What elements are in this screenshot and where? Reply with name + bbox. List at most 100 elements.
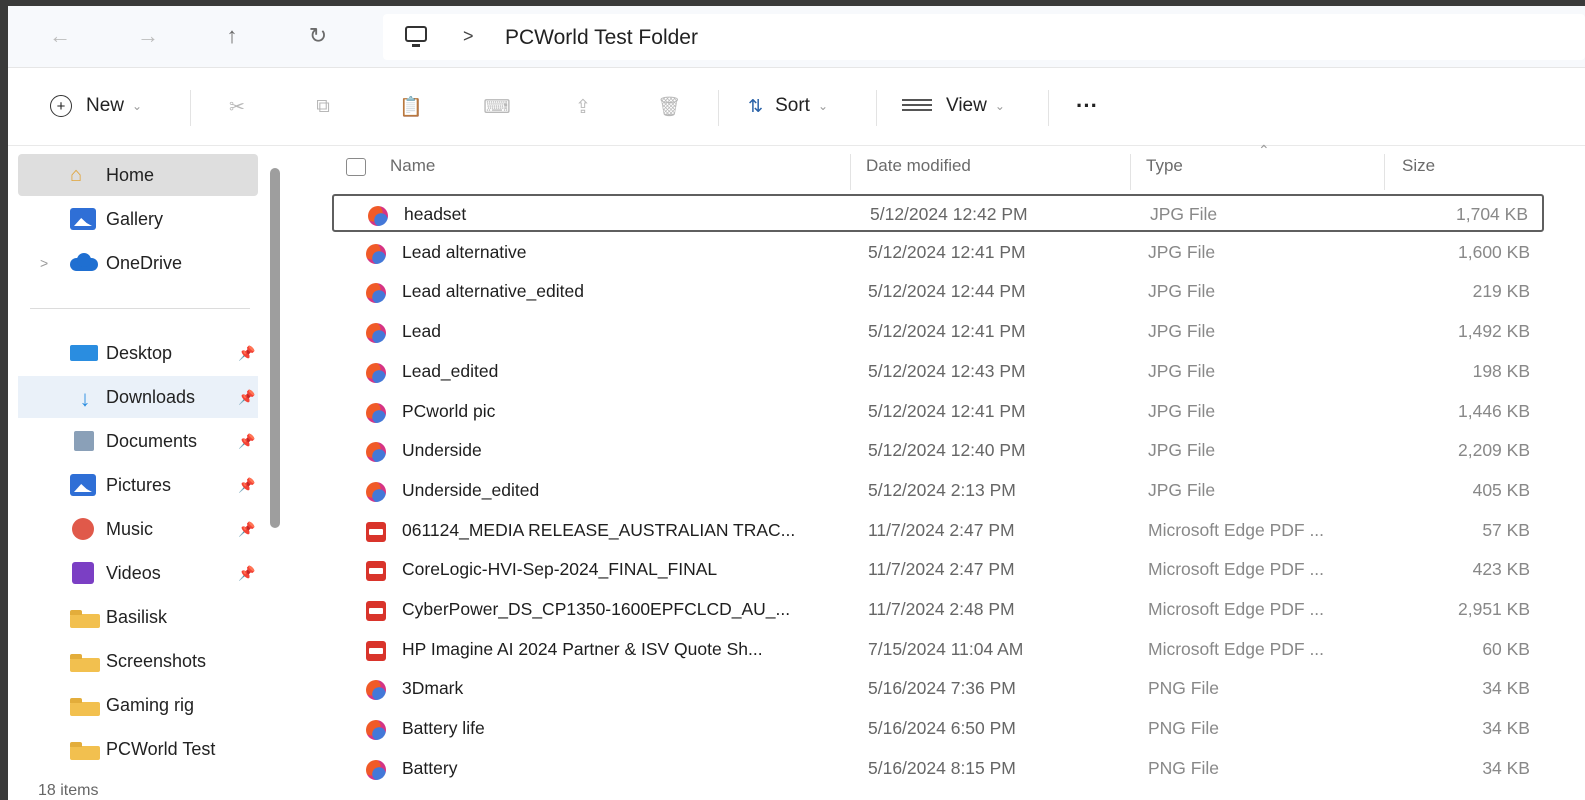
file-row[interactable]: CyberPower_DS_CP1350-1600EPFCLCD_AU_... 1… — [332, 591, 1544, 629]
download-icon: ↓ — [79, 386, 91, 411]
file-row[interactable]: HP Imagine AI 2024 Partner & ISV Quote S… — [332, 631, 1544, 669]
file-row[interactable]: Lead alternative 5/12/2024 12:41 PM JPG Fi… — [332, 234, 1544, 272]
file-type: JPG File — [1148, 321, 1216, 342]
file-name: CoreLogic-HVI-Sep-2024_FINAL_FINAL — [402, 559, 718, 580]
sidebar-item-documents[interactable]: Documents 📌 — [18, 420, 258, 462]
file-row[interactable]: PCworld pic 5/12/2024 12:41 PM JPG File 1,4… — [332, 393, 1544, 431]
file-row[interactable]: Lead alternative_edited 5/12/2024 12:44 P… — [332, 273, 1544, 311]
file-row[interactable]: Underside_edited 5/12/2024 2:13 PM JPG Fil… — [332, 472, 1544, 510]
folder-icon — [70, 654, 100, 672]
sidebar-scrollbar[interactable] — [270, 168, 280, 528]
sidebar-item-videos[interactable]: Videos 📌 — [18, 552, 258, 594]
sidebar-item-pcworld-test[interactable]: PCWorld Test — [18, 728, 258, 770]
breadcrumb-current-folder[interactable]: PCWorld Test Folder — [505, 26, 698, 50]
copy-icon[interactable]: ⧉ — [310, 94, 336, 120]
folder-icon — [70, 698, 100, 716]
column-divider[interactable] — [850, 154, 851, 190]
file-type: JPG File — [1150, 204, 1218, 224]
pin-icon[interactable]: 📌 — [238, 433, 255, 450]
refresh-icon[interactable]: ↻ — [300, 18, 336, 54]
rename-icon[interactable]: ⌨ — [483, 94, 510, 120]
sidebar-item-music[interactable]: Music 📌 — [18, 508, 258, 550]
breadcrumb[interactable]: > PCWorld Test Folder — [383, 14, 1585, 60]
folder-icon — [70, 610, 100, 628]
pdf-file-icon — [366, 561, 386, 582]
view-button[interactable]: View ⌄ — [902, 90, 1005, 122]
column-header-name[interactable]: Name — [390, 156, 435, 176]
image-file-icon — [366, 243, 386, 264]
file-size: 2,209 KB — [1458, 440, 1530, 461]
file-row[interactable]: Battery 5/16/2024 8:15 PM PNG File 34 KB — [332, 750, 1544, 788]
pin-icon[interactable]: 📌 — [238, 565, 255, 582]
toolbar-divider — [1048, 90, 1049, 126]
file-size: 198 KB — [1472, 360, 1530, 381]
toolbar-divider — [876, 90, 877, 126]
file-row[interactable]: headset 5/12/2024 12:42 PM JPG File 1,704 K… — [332, 194, 1544, 232]
pdf-file-icon — [366, 640, 386, 661]
sidebar-item-gallery[interactable]: Gallery — [18, 198, 258, 240]
delete-icon[interactable]: 🗑 — [656, 94, 682, 120]
monitor-icon[interactable] — [405, 26, 427, 47]
pin-icon[interactable]: 📌 — [238, 521, 255, 538]
file-name: 061124_MEDIA RELEASE_AUSTRALIAN TRAC... — [402, 519, 796, 540]
music-icon — [70, 518, 100, 540]
file-size: 1,492 KB — [1458, 321, 1530, 342]
column-header-size[interactable]: Size — [1402, 156, 1435, 176]
file-row[interactable]: Battery life 5/16/2024 6:50 PM PNG File 34 … — [332, 710, 1544, 748]
column-header-date[interactable]: Date modified — [866, 156, 971, 176]
share-icon[interactable]: ⇪ — [570, 94, 596, 120]
sidebar-item-pictures[interactable]: Pictures 📌 — [18, 464, 258, 506]
file-row[interactable]: CoreLogic-HVI-Sep-2024_FINAL_FINAL 11/7/2… — [332, 551, 1544, 589]
file-name: PCworld pic — [402, 400, 496, 421]
file-date-modified: 5/16/2024 8:15 PM — [868, 757, 1016, 778]
file-date-modified: 5/12/2024 12:41 PM — [868, 400, 1026, 421]
back-arrow-icon[interactable]: ← — [42, 18, 78, 54]
file-type: PNG File — [1148, 757, 1219, 778]
file-row[interactable]: Lead_edited 5/12/2024 12:43 PM JPG File 198… — [332, 353, 1544, 391]
file-date-modified: 5/12/2024 12:44 PM — [868, 281, 1026, 302]
file-date-modified: 7/15/2024 11:04 AM — [868, 638, 1024, 659]
sort-button[interactable]: ⇅ Sort ⌄ — [748, 90, 828, 122]
sidebar-item-gaming-rig[interactable]: Gaming rig — [18, 684, 258, 726]
sidebar-item-downloads[interactable]: ↓ Downloads 📌 — [18, 376, 258, 418]
file-size: 60 KB — [1482, 638, 1530, 659]
file-row[interactable]: Lead 5/12/2024 12:41 PM JPG File 1,492 KB — [332, 313, 1544, 351]
chevron-down-icon: ⌄ — [132, 99, 143, 113]
pin-icon[interactable]: 📌 — [238, 477, 255, 494]
sidebar-item-label: Videos — [106, 562, 161, 583]
file-row[interactable]: 3Dmark 5/16/2024 7:36 PM PNG File 34 KB — [332, 670, 1544, 708]
cut-icon[interactable]: ✂ — [224, 94, 250, 120]
file-type: Microsoft Edge PDF ... — [1148, 519, 1325, 540]
file-type: JPG File — [1148, 440, 1216, 461]
documents-icon — [70, 430, 100, 452]
sidebar-item-screenshots[interactable]: Screenshots — [18, 640, 258, 682]
file-type: JPG File — [1148, 241, 1216, 262]
image-file-icon — [366, 362, 386, 383]
column-header-type[interactable]: Type — [1146, 156, 1183, 176]
up-arrow-icon[interactable]: ↑ — [214, 18, 250, 54]
pin-icon[interactable]: 📌 — [238, 389, 255, 406]
pin-icon[interactable]: 📌 — [238, 345, 255, 362]
sidebar-item-desktop[interactable]: Desktop 📌 — [18, 332, 258, 374]
file-size: 423 KB — [1472, 559, 1530, 580]
sidebar-item-basilisk[interactable]: Basilisk — [18, 596, 258, 638]
file-row[interactable]: Underside 5/12/2024 12:40 PM JPG File 2,209… — [332, 432, 1544, 470]
breadcrumb-separator-icon[interactable]: > — [463, 26, 474, 47]
more-options-button[interactable]: ··· — [1076, 90, 1098, 122]
column-divider[interactable] — [1130, 154, 1131, 190]
column-divider[interactable] — [1384, 154, 1385, 190]
sidebar-item-home[interactable]: ⌂ Home — [18, 154, 258, 196]
sidebar-item-onedrive[interactable]: > OneDrive — [18, 242, 258, 284]
chevron-right-icon[interactable]: > — [40, 255, 48, 271]
new-button[interactable]: + New ⌄ — [50, 90, 142, 122]
select-all-checkbox[interactable] — [346, 158, 366, 176]
forward-arrow-icon[interactable]: → — [130, 18, 166, 54]
desktop-icon — [70, 342, 100, 364]
command-bar: + New ⌄ ✂ ⧉ 📋 ⌨ ⇪ 🗑 ⇅ Sort ⌄ View ⌄ ··· — [8, 68, 1585, 146]
chevron-down-icon: ⌄ — [817, 99, 829, 113]
file-row[interactable]: 061124_MEDIA RELEASE_AUSTRALIAN TRAC... 1… — [332, 512, 1544, 550]
home-icon: ⌂ — [70, 164, 83, 186]
file-name: Underside_edited — [402, 479, 540, 500]
address-bar-row: ← → ↑ ↻ > PCWorld Test Folder — [8, 6, 1585, 68]
paste-icon[interactable]: 📋 — [398, 94, 424, 120]
